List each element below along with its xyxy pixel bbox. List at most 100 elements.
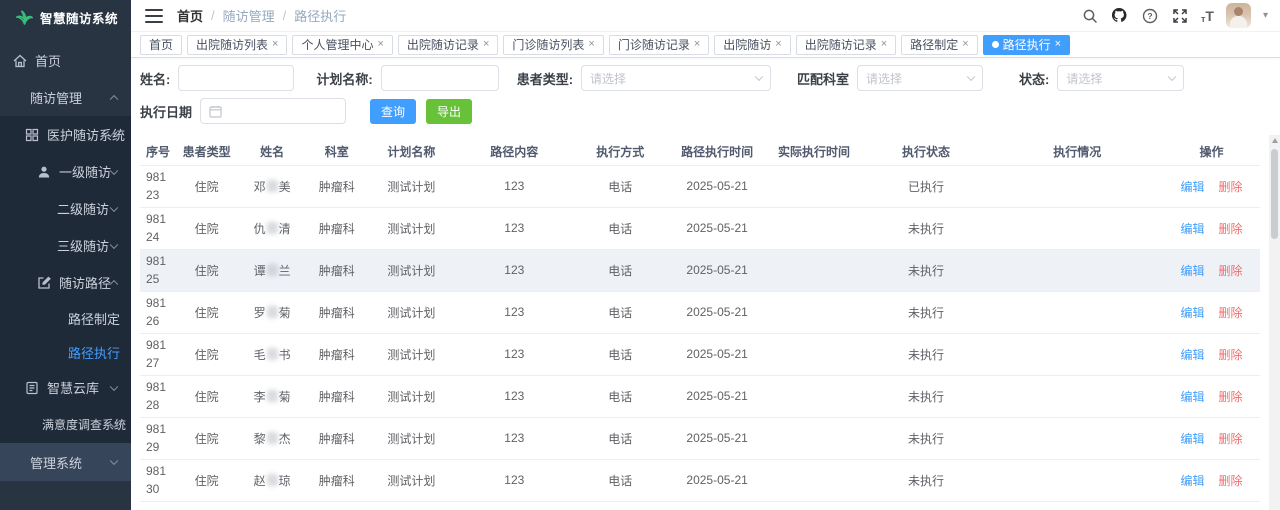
cell-ops: 编辑删除 [1163,291,1260,334]
sidebar-item-level2-followup[interactable]: 二级随访 [0,190,131,227]
delete-link[interactable]: 删除 [1219,432,1243,446]
breadcrumb-followup-mgmt[interactable]: 随访管理 [223,6,275,25]
sidebar-item-label: 智慧云库 [47,381,100,396]
export-button[interactable]: 导出 [426,98,473,124]
sidebar-item-path-execute[interactable]: 路径执行 [0,335,131,369]
sidebar-item-path-create[interactable]: 路径制定 [0,301,131,335]
tab-close-icon[interactable]: × [694,39,700,50]
search-icon[interactable] [1081,7,1099,25]
tab-close-icon[interactable]: × [962,39,968,50]
cell-id: 98129 [140,417,175,460]
tab-item[interactable]: 出院随访列表 × [187,34,288,55]
table-scrollbar[interactable] [1269,135,1280,510]
cell-situation [991,291,1164,334]
table-row[interactable]: 98124 住院仇清肿瘤科 测试计划 123 电话 2025-05-21 未执行 编辑 删除 [140,207,1260,250]
edit-link[interactable]: 编辑 [1181,474,1205,488]
tab-item[interactable]: 路径执行 × [982,34,1071,55]
tab-close-icon[interactable]: × [377,39,383,50]
sidebar-item-medical-followup-system[interactable]: 医护随访系统 [0,116,131,153]
tab-item[interactable]: 路径制定 × [901,34,978,55]
name-last: 美 [278,179,291,194]
tab-item[interactable]: 出院随访 × [714,34,791,55]
table-row[interactable]: 98131住院 肿瘤科测试计划123电话2025-05-21 未执行 编辑删除 [140,501,1260,506]
table-row[interactable]: 98127 住院毛书肿瘤科 测试计划 123 电话 2025-05-21 未执行 编辑 删除 [140,333,1260,376]
tab-close-icon[interactable]: × [272,39,278,50]
scroll-thumb[interactable] [1271,149,1278,239]
sidebar-item-level3-followup[interactable]: 三级随访 [0,227,131,264]
tab-item[interactable]: 首页 [140,34,183,55]
cell-name: 邓美 [238,165,306,208]
edit-link[interactable]: 编辑 [1181,390,1205,404]
delete-link[interactable]: 删除 [1219,348,1243,362]
sidebar-item-home[interactable]: 首页 [0,42,131,79]
breadcrumb-home[interactable]: 首页 [177,6,203,25]
cell-dept: 肿瘤科 [305,249,368,292]
tab-close-icon[interactable]: × [775,39,781,50]
hamburger-icon[interactable] [145,8,163,23]
exec-date-input[interactable] [200,98,347,124]
tab-close-icon[interactable]: × [1055,39,1061,50]
main-area: 首页 / 随访管理 / 路径执行 ? тT ▾ 首页 出院随访列表 × 个人管理… [131,0,1280,510]
scroll-up-icon[interactable] [1271,138,1278,143]
table-row[interactable]: 98125 住院谭兰肿瘤科 测试计划 123 电话 2025-05-21 未执行 编辑 删除 [140,249,1260,292]
sidebar-item-followup-mgmt[interactable]: 随访管理 [0,79,131,116]
tab-close-icon[interactable]: × [588,39,594,50]
sidebar-item-followup-path[interactable]: 随访路径 [0,264,131,301]
github-icon[interactable] [1111,7,1129,25]
edit-link[interactable]: 编辑 [1181,222,1205,236]
cell-content: 123 [454,459,574,502]
tab-close-icon[interactable]: × [483,39,489,50]
fontsize-icon[interactable]: тT [1201,8,1214,24]
cell-name: 罗菊 [238,291,306,334]
table-row[interactable]: 98130 住院赵琼肿瘤科 测试计划 123 电话 2025-05-21 未执行 编辑 删除 [140,459,1260,502]
tab-item[interactable]: 门诊随访记录 × [608,34,710,55]
plan-name-input[interactable] [380,65,499,91]
tab-label: 出院随访列表 [196,38,269,52]
dept-select[interactable]: 请选择 [857,65,984,91]
cell-content: 123 [454,375,574,418]
top-navbar: 首页 / 随访管理 / 路径执行 ? тT ▾ [131,0,1280,32]
caret-down-icon[interactable]: ▾ [1263,10,1268,21]
edit-link[interactable]: 编辑 [1181,306,1205,320]
tab-item[interactable]: 门诊随访列表 × [503,34,604,55]
edit-link[interactable]: 编辑 [1181,432,1205,446]
tab-item[interactable]: 出院随访记录 × [397,34,499,55]
tab-item[interactable]: 出院随访记录 × [795,34,897,55]
fullscreen-icon[interactable] [1171,7,1189,25]
name-input[interactable] [178,65,295,91]
sidebar-item-satisfaction-survey[interactable]: 满意度调查系统 [0,406,131,443]
name-first: 仇 [253,221,266,236]
cell-name: 毛书 [238,333,306,376]
table-row[interactable]: 98126 住院罗菊肿瘤科 测试计划 123 电话 2025-05-21 未执行 编辑 删除 [140,291,1260,334]
chevron-down-icon [109,203,119,212]
delete-link[interactable]: 删除 [1219,306,1243,320]
tab-label: 路径制定 [910,38,959,52]
avatar[interactable] [1225,3,1251,28]
help-icon[interactable]: ? [1141,7,1159,25]
search-button[interactable]: 查询 [370,98,417,124]
cell-plan_time: 2025-05-21 [666,333,768,376]
sidebar-item-label: 随访管理 [30,91,83,106]
status-select[interactable]: 请选择 [1057,65,1185,91]
delete-link[interactable]: 删除 [1219,222,1243,236]
tab-close-icon[interactable]: × [881,39,887,50]
delete-link[interactable]: 删除 [1219,390,1243,404]
delete-link[interactable]: 删除 [1219,264,1243,278]
sidebar-item-level1-followup[interactable]: 一级随访 [0,153,131,190]
table-row[interactable]: 98128 住院李菊肿瘤科 测试计划 123 电话 2025-05-21 未执行 编辑 删除 [140,375,1260,418]
patient-type-select[interactable]: 请选择 [581,65,772,91]
delete-link[interactable]: 删除 [1219,474,1243,488]
edit-link[interactable]: 编辑 [1181,180,1205,194]
name-last: 菊 [278,305,291,320]
cell-plan: 测试计划 [368,459,455,502]
delete-link[interactable]: 删除 [1219,180,1243,194]
edit-link[interactable]: 编辑 [1181,348,1205,362]
sidebar-item-admin-system[interactable]: 管理系统 [0,443,131,481]
table-row[interactable]: 98129 住院黎杰肿瘤科 测试计划 123 电话 2025-05-21 未执行 编辑 删除 [140,417,1260,460]
cell-actual_time [767,375,861,418]
tab-item[interactable]: 个人管理中心 × [292,34,393,55]
cell-actual_time [767,207,861,250]
edit-link[interactable]: 编辑 [1181,264,1205,278]
sidebar-item-smart-cloud[interactable]: 智慧云库 [0,369,131,406]
table-row[interactable]: 98123 住院邓美肿瘤科 测试计划 123 电话 2025-05-21 已执行 编辑 删除 [140,165,1260,208]
